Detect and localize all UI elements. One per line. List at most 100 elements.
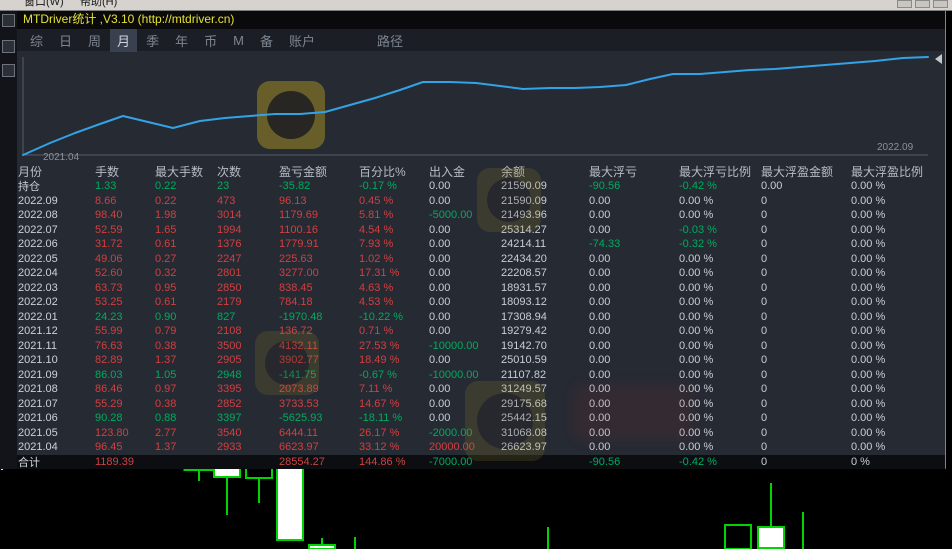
cell: 0.00 [589,354,611,367]
cell: 2852 [217,397,242,410]
menu-item-window[interactable]: 窗口(W) [24,0,64,9]
toolbar-tab-币[interactable]: 币 [197,29,224,52]
cell: -10000.00 [429,368,479,381]
cell: 19279.42 [501,325,547,338]
close-button[interactable] [933,0,948,8]
cell: 0.00 [589,267,611,280]
toolbar-tab-路径[interactable]: 路径 [370,29,410,52]
cell: 0.00 % [851,223,886,236]
watermark-logo [477,168,541,232]
cell: 8.66 [95,194,117,207]
strip-tool-icon-3[interactable] [2,64,15,77]
cell: -0.67 % [359,368,397,381]
cell: -74.33 [589,238,621,251]
cell: 3733.53 [279,397,319,410]
toolbar-tab-M[interactable]: M [226,31,251,50]
cell: 2933 [217,441,242,454]
equity-curve-chart [22,56,929,156]
table-row[interactable]: 2021.1082.891.3729053902.7718.49 %0.0025… [17,353,945,368]
cell: 0.38 [155,339,177,352]
cell: 0.00 % [851,441,886,454]
table-row[interactable]: 2022.01 24.23 0.90 827 -1970.48 -10.22 % 0.00 1… [17,310,945,325]
cell: 473 [217,194,236,207]
strip-tool-icon-2[interactable] [2,40,15,53]
strip-tool-icon-1[interactable] [2,14,15,27]
toolbar-tab-日[interactable]: 日 [52,29,79,52]
toolbar-tab-季[interactable]: 季 [139,29,166,52]
cell: 24.23 [95,310,123,323]
table-row[interactable]: 2021.1176.630.3835004132.1127.53 %-10000… [17,339,945,354]
cell: 1.98 [155,209,177,222]
cell: 55.99 [95,325,123,338]
cell: 1779.91 [279,238,319,251]
cell: 6623.97 [279,441,319,454]
cell: 0.00 % [851,238,886,251]
table-row[interactable]: 2021.0986.031.052948-141.75-0.67 %-10000… [17,368,945,383]
window-title: MTDriver统计 ,V3.10 (http://mtdriver.cn) [17,10,945,29]
cell: 0 [761,441,768,454]
cell: 31.72 [95,238,123,251]
cell: 0.00 [589,281,611,294]
cell: -0.42 % [679,455,717,468]
cell: 225.63 [279,252,313,265]
cell: 0.00 [589,194,611,207]
cell: 0.00 % [851,426,886,439]
cell-month: 2022.06 [18,238,58,251]
cell: 19142.70 [501,339,547,352]
mtdriver-stats-window: MTDriver统计 ,V3.10 (http://mtdriver.cn) 综… [17,10,946,469]
cell: 1179.69 [279,209,318,222]
cell: 0.00 [589,368,611,381]
table-row[interactable]: 2022.06 31.72 0.61 1376 1779.91 7.93 % 0.00 242… [17,237,945,252]
minimize-button[interactable] [897,0,912,8]
monthly-stats-table: 月份 手数 最大手数 次数 盈亏金额 百分比% 出入金 余额 最大浮亏 最大浮亏比例 最大浮盈金额最… [17,163,945,469]
table-row[interactable]: 2021.12 55.99 0.79 2108 136.72 0.71 % 0.00 1927… [17,324,945,339]
cell: 0.00 % [851,296,886,309]
table-row[interactable]: 2022.04 52.60 0.32 2801 3277.00 17.31 % 0.00 22… [17,266,945,281]
toolbar-tab-周[interactable]: 周 [81,29,108,52]
toolbar-tab-月[interactable]: 月 [110,28,138,52]
cell: 0.00 [429,310,451,323]
cell: 86.46 [95,383,123,396]
cell: 0.00 % [851,412,886,425]
cell: -90.56 [589,180,621,193]
cell-month: 2022.03 [18,281,58,294]
cell: 144.86 % [359,455,406,468]
cell: 0.00 [589,296,611,309]
cell: 0.00 [761,180,783,193]
cell: 52.60 [95,267,123,280]
table-row[interactable]: 2022.05 49.06 0.27 2247 225.63 1.02 % 0.00 2243… [17,252,945,267]
cell: 0.90 [155,310,177,323]
cell: 1100.16 [279,223,318,236]
cell-month: 2022.04 [18,267,58,280]
table-row[interactable]: 2022.03 63.73 0.95 2850 838.45 4.63 % 0.00 1893… [17,281,945,296]
cell: 0.61 [155,296,177,309]
toolbar-tab-综[interactable]: 综 [23,29,50,52]
cell: -0.03 % [679,223,717,236]
toolbar-tab-年[interactable]: 年 [168,29,195,52]
cell: 21107.82 [501,368,547,381]
cell: 0.38 [155,397,177,410]
cell: 0.71 % [359,325,394,338]
cell: 4.63 % [359,281,394,294]
maximize-button[interactable] [915,0,930,8]
cell: 49.06 [95,252,123,265]
menu-item-help[interactable]: 帮助(H) [80,0,117,9]
cell-month: 2021.11 [18,339,57,352]
cell: 1189.39 [95,455,134,468]
toolbar-tab-备[interactable]: 备 [253,29,280,52]
cell: 0 [761,223,768,236]
cell: -0.42 % [679,180,717,193]
watermark-logo [255,331,319,395]
cell: 3014 [217,209,242,222]
pane-collapse-arrow-icon[interactable] [935,54,942,64]
cell: 0 [761,252,768,265]
cell: 0 [761,383,768,396]
toolbar-tab-账户[interactable]: 账户 [282,29,322,52]
cell: 0.22 [155,194,177,207]
cell: 0 [761,296,768,309]
cell: -18.11 % [359,412,403,425]
table-row[interactable]: 2022.02 53.25 0.61 2179 784.18 4.53 % 0.00 1809… [17,295,945,310]
cell: 0.45 % [359,194,394,207]
cell: 0.00 % [679,310,714,323]
cell: 17.31 % [359,267,400,280]
